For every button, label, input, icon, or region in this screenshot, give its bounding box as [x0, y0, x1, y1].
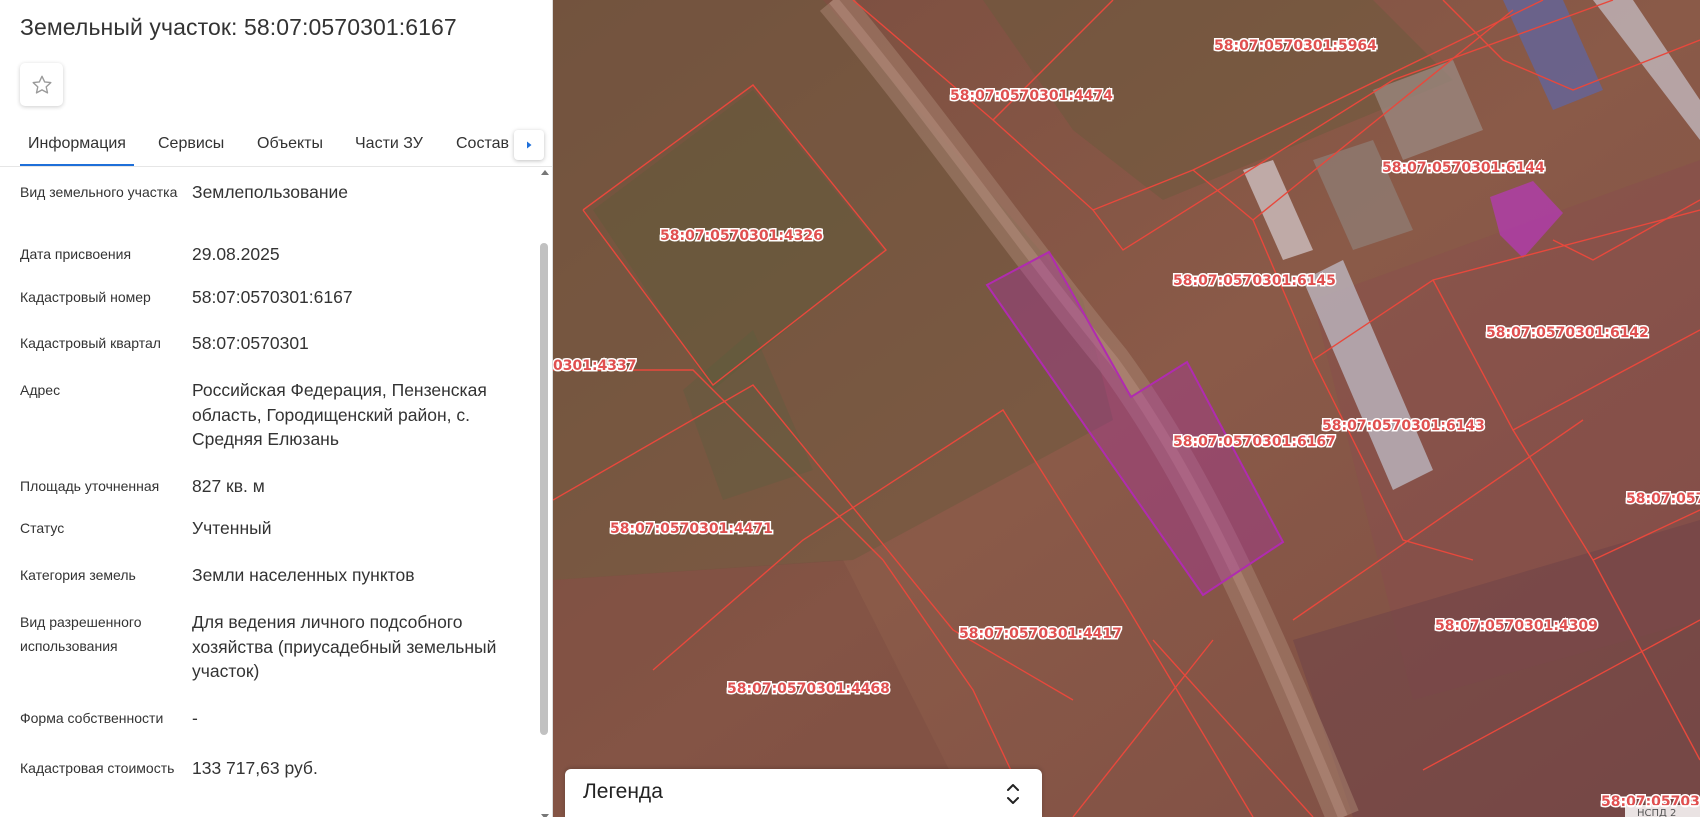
row-label: Адрес	[20, 382, 61, 398]
parcel-label[interactable]: 58:07:0570301:6143	[1321, 417, 1487, 436]
row-label: Вид земельного участка	[20, 184, 178, 200]
parcel-label[interactable]: 58:07:0570301:6145	[1172, 272, 1338, 291]
page-title: Земельный участок: 58:07:0570301:6167	[20, 14, 457, 40]
copyright-text: НСПД 2	[1637, 808, 1676, 817]
parcel-label[interactable]: 58:07:057	[1625, 490, 1700, 509]
tabs-next-button[interactable]	[514, 130, 544, 160]
parcel-label[interactable]: 58:07:0570301:4468	[726, 680, 892, 699]
row-value: Учтенный	[192, 518, 272, 538]
row-value: Земли населенных пунктов	[192, 565, 415, 585]
chevron-up-down-icon[interactable]	[1006, 781, 1020, 807]
map-canvas[interactable]: 58:07:0570301:5964 58:07:0570301:4474 58…	[553, 0, 1700, 817]
row-value: 827 кв. м	[192, 476, 265, 496]
tab-objects[interactable]: Объекты	[257, 135, 323, 153]
row-label: Площадь уточненная	[20, 478, 160, 494]
attribute-list: Вид земельного участка Землепользование …	[0, 168, 538, 817]
parcel-label[interactable]: 58:07:0570301:4309	[1434, 617, 1600, 636]
tab-services[interactable]: Сервисы	[158, 135, 224, 153]
scroll-thumb[interactable]	[540, 243, 548, 735]
row-label: Кадастровый квартал	[20, 335, 161, 351]
row-value: Землепользование	[192, 182, 348, 202]
row-label: Статус	[20, 520, 65, 536]
info-tabs: Информация Сервисы Объекты Части ЗУ Сост…	[0, 130, 552, 167]
parcel-label[interactable]: 58:07:0570301:4417	[958, 625, 1124, 644]
caret-right-icon	[527, 141, 532, 149]
tab-composition[interactable]: Состав	[456, 135, 509, 153]
parcel-label[interactable]: 58:07:0570301:6167	[1172, 433, 1338, 452]
row-value: 29.08.2025	[192, 244, 280, 264]
row-value: 133 717,63 руб.	[192, 758, 318, 778]
parcel-label[interactable]: 58:07:0570301:6142	[1485, 324, 1651, 343]
row-value: Для ведения личного подсобного хозяйства…	[192, 612, 497, 681]
favorite-button[interactable]	[20, 63, 63, 106]
cadastral-map[interactable]: 58:07:0570301:5964 58:07:0570301:4474 58…	[553, 0, 1700, 817]
row-label: Кадастровая стоимость	[20, 760, 175, 776]
parcel-label[interactable]: 58:07:0570301:4326	[659, 227, 825, 246]
tab-information[interactable]: Информация	[20, 135, 134, 166]
parcel-label[interactable]: 58:07:0570301:6144	[1381, 159, 1547, 178]
row-value: -	[192, 708, 198, 728]
parcel-label[interactable]: 58:07:0570301:4471	[609, 520, 775, 539]
scroll-up-arrow-icon[interactable]	[541, 170, 549, 175]
parcel-label[interactable]: 0301:4337	[553, 357, 638, 376]
row-label: Форма собственности	[20, 710, 164, 726]
legend-title: Легенда	[583, 780, 663, 803]
star-icon	[32, 75, 51, 94]
tab-land-parts[interactable]: Части ЗУ	[355, 135, 423, 153]
parcel-label[interactable]: 58:07:0570301:5964	[1213, 37, 1379, 56]
legend-panel[interactable]: Легенда	[565, 769, 1042, 817]
row-value: Российская Федерация, Пензенская область…	[192, 380, 487, 449]
row-label: Категория земель	[20, 567, 136, 583]
row-label: Вид разрешенного использования	[20, 614, 142, 654]
row-value: 58:07:0570301:6167	[192, 287, 353, 307]
sidebar-scrollbar[interactable]	[538, 168, 550, 817]
row-value: 58:07:0570301	[192, 333, 309, 353]
info-sidebar: Земельный участок: 58:07:0570301:6167 Ин…	[0, 0, 553, 817]
row-label: Кадастровый номер	[20, 289, 151, 305]
row-label: Дата присвоения	[20, 246, 132, 262]
parcel-label[interactable]: 58:07:0570301:4474	[949, 87, 1115, 106]
